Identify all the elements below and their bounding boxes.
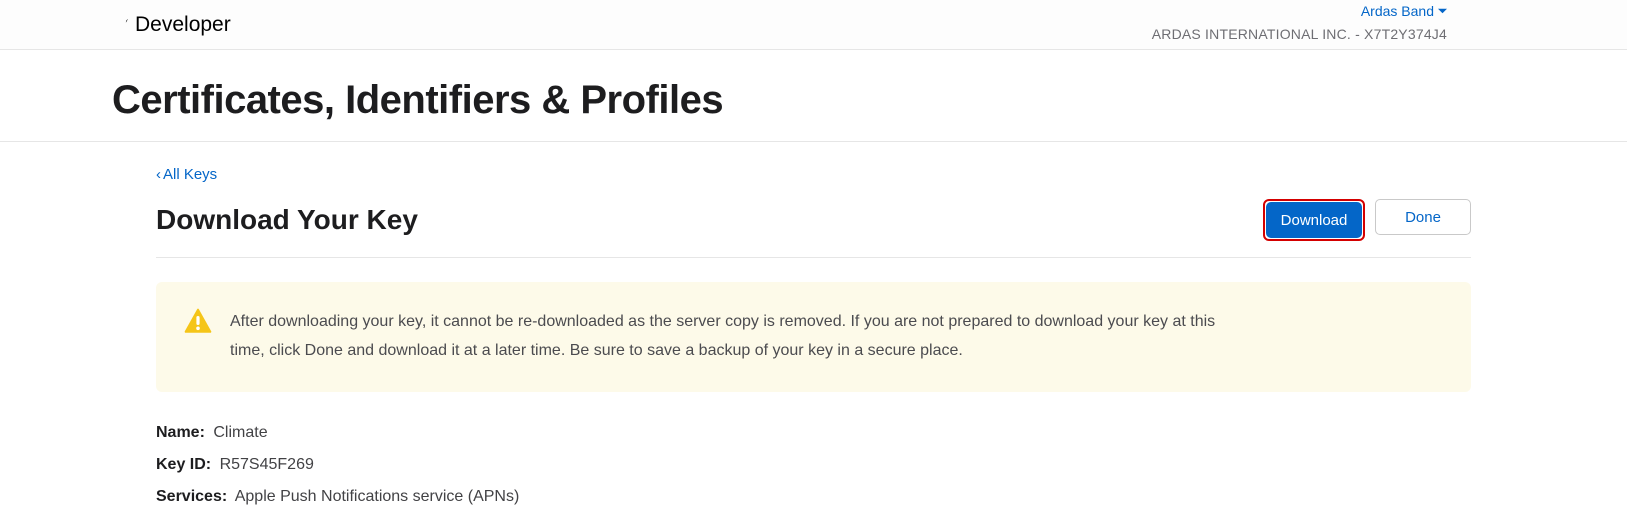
org-line: ARDAS INTERNATIONAL INC. - X7T2Y374J4 [1152,25,1447,43]
action-buttons: Download Done [1263,199,1471,241]
detail-services: Services: Apple Push Notifications servi… [156,488,1471,506]
sub-title: Download Your Key [156,204,418,236]
content-area: ‹ All Keys Download Your Key Download Do… [0,142,1627,506]
name-value: Climate [213,424,267,441]
detail-keyid: Key ID: R57S45F269 [156,456,1471,474]
download-button[interactable]: Download [1266,202,1362,238]
chevron-down-icon [1438,2,1447,20]
chevron-left-icon: ‹ [156,166,161,183]
warning-text: After downloading your key, it cannot be… [230,308,1250,366]
services-label: Services: [156,488,227,505]
keyid-value: R57S45F269 [220,456,314,473]
done-button[interactable]: Done [1375,199,1471,235]
top-bar: Developer Ardas Band ARDAS INTERNATIONAL… [0,0,1627,50]
back-link-label: All Keys [163,166,217,183]
account-block: Ardas Band ARDAS INTERNATIONAL INC. - X7… [1152,2,1447,43]
detail-name: Name: Climate [156,424,1471,442]
keyid-label: Key ID: [156,456,211,473]
user-name: Ardas Band [1361,2,1434,20]
services-value: Apple Push Notifications service (APNs) [235,488,520,505]
name-label: Name: [156,424,205,441]
subheader-row: Download Your Key Download Done [156,199,1471,258]
back-link-all-keys[interactable]: ‹ All Keys [156,166,217,183]
page-title: Certificates, Identifiers & Profiles [112,78,1515,123]
brand-text: Developer [135,13,231,37]
key-details: Name: Climate Key ID: R57S45F269 Service… [156,424,1471,506]
warning-icon [184,308,212,339]
download-highlight: Download [1263,199,1365,241]
warning-banner: After downloading your key, it cannot be… [156,282,1471,392]
apple-logo-icon [112,12,129,38]
account-user-menu[interactable]: Ardas Band [1361,2,1447,20]
page-title-row: Certificates, Identifiers & Profiles [0,50,1627,142]
